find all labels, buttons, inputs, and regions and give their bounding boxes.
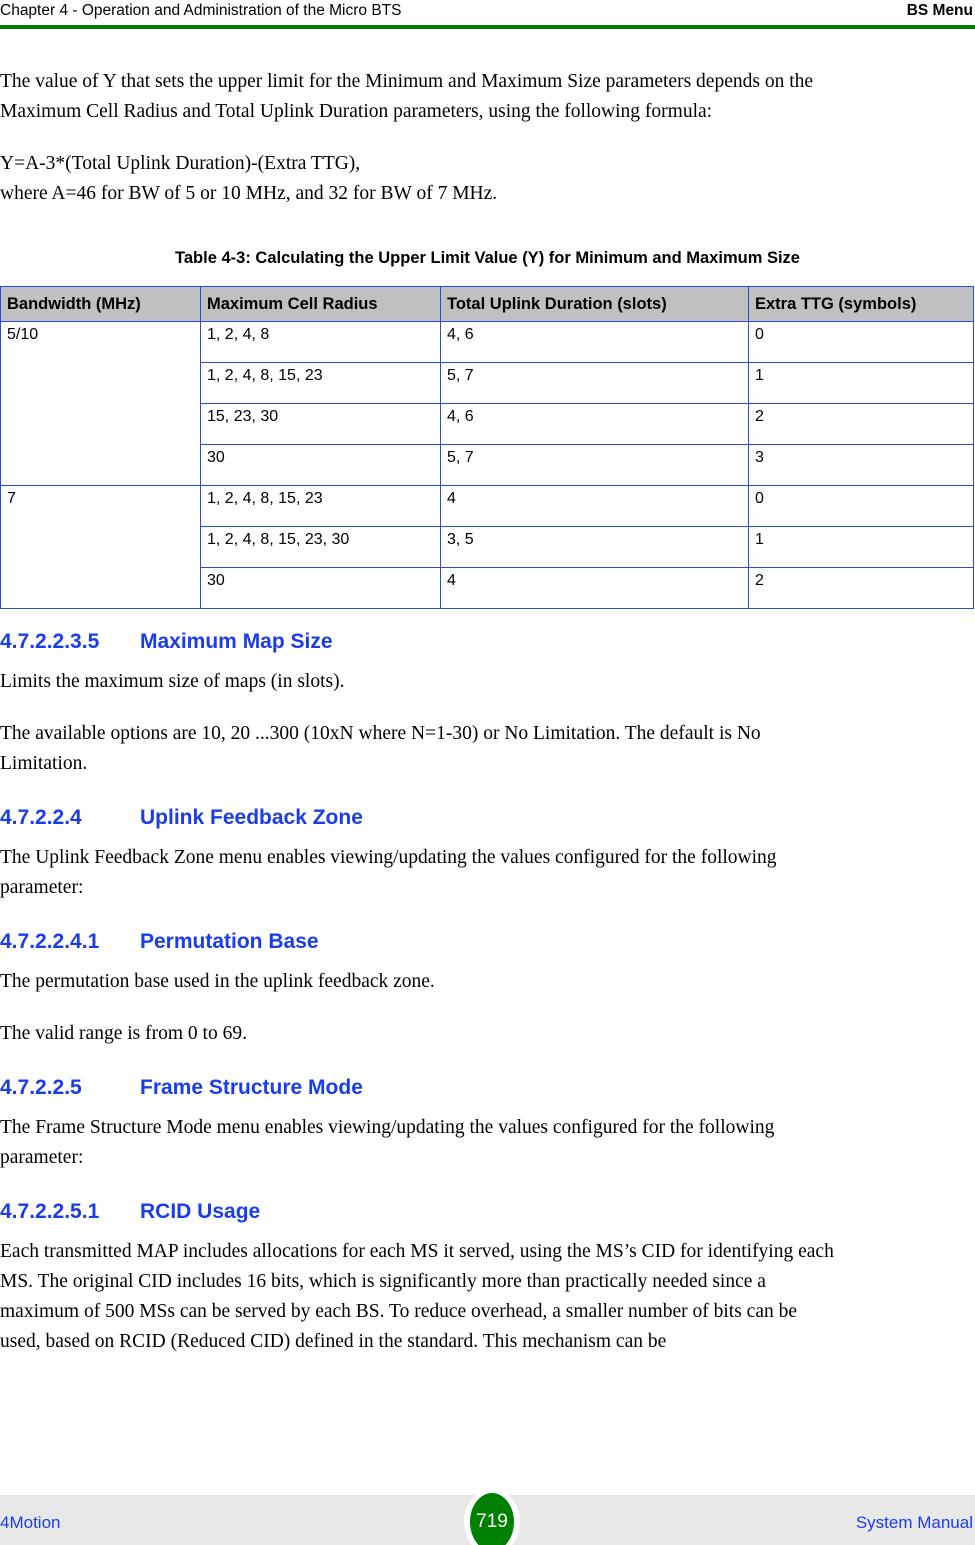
column-header-total-uplink-duration: Total Uplink Duration (slots) (440, 286, 749, 322)
page-content: The value of Y that sets the upper limit… (0, 33, 975, 1357)
heading-title: RCID Usage (140, 1200, 261, 1223)
heading-number: 4.7.2.2.4.1 (0, 930, 100, 953)
heading-title: Frame Structure Mode (140, 1076, 363, 1099)
cell-max-cell-radius: 1, 2, 4, 8, 15, 23 (200, 362, 441, 404)
cell-max-cell-radius: 30 (200, 567, 441, 609)
cell-total-uplink-duration: 4 (440, 485, 749, 527)
section-paragraph: The permutation base used in the uplink … (0, 971, 435, 992)
cell-max-cell-radius: 15, 23, 30 (200, 403, 441, 445)
cell-extra-ttg: 1 (748, 362, 974, 404)
header-chapter-title: Chapter 4 - Operation and Administration… (0, 2, 402, 19)
heading-title: Maximum Map Size (140, 630, 333, 653)
header-section-title: BS Menu (906, 2, 973, 19)
cell-extra-ttg: 1 (748, 526, 974, 568)
column-header-bandwidth: Bandwidth (MHz) (0, 286, 201, 322)
cell-extra-ttg: 2 (748, 567, 974, 609)
cell-total-uplink-duration: 3, 5 (440, 526, 749, 568)
column-header-max-cell-radius: Maximum Cell Radius (200, 286, 441, 322)
cell-max-cell-radius: 30 (200, 444, 441, 486)
heading-number: 4.7.2.2.3.5 (0, 630, 100, 653)
cell-max-cell-radius: 1, 2, 4, 8 (200, 321, 441, 363)
running-header: Chapter 4 - Operation and Administration… (0, 0, 975, 25)
cell-total-uplink-duration: 4 (440, 567, 749, 609)
document-page: Chapter 4 - Operation and Administration… (0, 0, 975, 1545)
section-paragraph: The Frame Structure Mode menu enables vi… (0, 1117, 775, 1168)
table-row: 7 1, 2, 4, 8, 15, 23 4 0 (0, 485, 974, 609)
heading-number: 4.7.2.2.5 (0, 1076, 82, 1099)
column-header-extra-ttg: Extra TTG (symbols) (748, 286, 974, 322)
heading-uplink-feedback-zone[interactable]: 4.7.2.2.4 Uplink Feedback Zone (0, 805, 975, 831)
intro-paragraph-1: The value of Y that sets the upper limit… (0, 71, 814, 122)
cell-total-uplink-duration: 4, 6 (440, 321, 749, 363)
cell-extra-ttg: 0 (748, 485, 974, 527)
table-caption: Table 4-3: Calculating the Upper Limit V… (175, 249, 800, 267)
section-paragraph: The available options are 10, 20 ...300 … (0, 723, 761, 774)
formula-line-2: where A=46 for BW of 5 or 10 MHz, and 32… (0, 183, 498, 204)
heading-number: 4.7.2.2.4 (0, 806, 82, 829)
cell-bandwidth: 7 (0, 485, 201, 609)
cell-bandwidth: 5/10 (0, 321, 201, 486)
heading-title: Permutation Base (140, 930, 319, 953)
cell-total-uplink-duration: 5, 7 (440, 362, 749, 404)
table-row: 5/10 1, 2, 4, 8 4, 6 0 (0, 321, 974, 486)
header-rule (0, 25, 975, 29)
section-paragraph: Each transmitted MAP includes allocation… (0, 1241, 834, 1352)
heading-rcid-usage[interactable]: 4.7.2.2.5.1 RCID Usage (0, 1199, 975, 1225)
section-paragraph: The valid range is from 0 to 69. (0, 1023, 247, 1044)
footer-brand: 4Motion (0, 1513, 61, 1532)
heading-number: 4.7.2.2.5.1 (0, 1200, 100, 1223)
section-paragraph: Limits the maximum size of maps (in slot… (0, 671, 345, 692)
cell-max-cell-radius: 1, 2, 4, 8, 15, 23 (200, 485, 441, 527)
cell-max-cell-radius: 1, 2, 4, 8, 15, 23, 30 (200, 526, 441, 568)
upper-limit-value-table: Bandwidth (MHz) Maximum Cell Radius Tota… (0, 286, 974, 609)
cell-total-uplink-duration: 5, 7 (440, 444, 749, 486)
formula-line-1: Y=A-3*(Total Uplink Duration)-(Extra TTG… (0, 153, 361, 174)
section-paragraph: The Uplink Feedback Zone menu enables vi… (0, 847, 777, 898)
heading-maximum-map-size[interactable]: 4.7.2.2.3.5 Maximum Map Size (0, 629, 975, 655)
cell-extra-ttg: 3 (748, 444, 974, 486)
table-header-row: Bandwidth (MHz) Maximum Cell Radius Tota… (0, 286, 974, 322)
heading-title: Uplink Feedback Zone (140, 806, 363, 829)
page-number-badge: 719 (470, 1493, 514, 1545)
cell-extra-ttg: 2 (748, 403, 974, 445)
heading-permutation-base[interactable]: 4.7.2.2.4.1 Permutation Base (0, 929, 975, 955)
cell-extra-ttg: 0 (748, 321, 974, 363)
heading-frame-structure-mode[interactable]: 4.7.2.2.5 Frame Structure Mode (0, 1075, 975, 1101)
cell-total-uplink-duration: 4, 6 (440, 403, 749, 445)
footer-document-title: System Manual (855, 1513, 973, 1532)
